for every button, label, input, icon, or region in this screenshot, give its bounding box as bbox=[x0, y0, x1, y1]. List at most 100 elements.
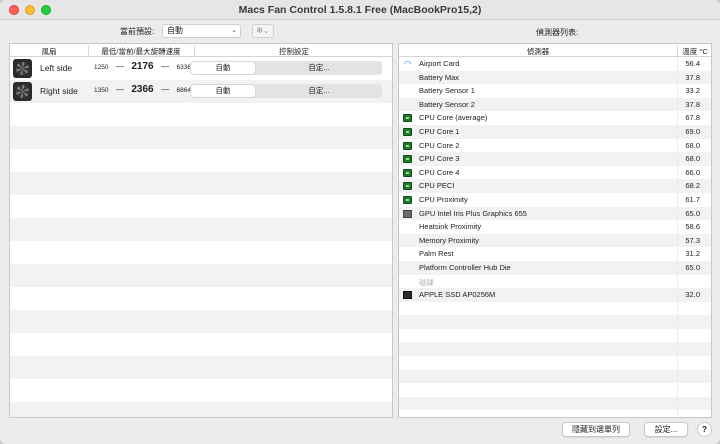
sensor-row[interactable]: Battery Max 37.8 bbox=[399, 71, 711, 85]
sensor-row[interactable]: Platform Controller Hub Die 65.0 bbox=[399, 261, 711, 275]
row-stripe bbox=[10, 172, 392, 195]
sensor-name: CPU Core 1 bbox=[419, 127, 460, 136]
fan-row-right[interactable]: Right side 1350 — 2366 — 6864 自動 自定... bbox=[10, 80, 392, 103]
sensor-temperature: 68.2 bbox=[685, 181, 700, 191]
fan-control-segmented: 自動 自定... bbox=[190, 61, 382, 75]
sensor-row[interactable]: Battery Sensor 1 33.2 bbox=[399, 84, 711, 98]
sensor-name: Airport Card bbox=[419, 59, 460, 68]
sensor-name: CPU Core 2 bbox=[419, 140, 460, 150]
fan-min-speed: 1350 bbox=[94, 87, 109, 94]
sensor-name: 磁碟 bbox=[419, 277, 434, 287]
fan-current-speed: 2366 bbox=[131, 84, 154, 95]
row-stripe bbox=[10, 264, 392, 287]
sensor-temperature: 65.0 bbox=[685, 208, 700, 218]
sensor-row[interactable]: CPU Core 3 68.0 bbox=[399, 152, 711, 166]
row-stripe bbox=[10, 287, 392, 310]
sensor-temperature: 33.2 bbox=[685, 86, 700, 96]
sensor-name: Platform Controller Hub Die bbox=[419, 263, 511, 272]
fan-icon bbox=[13, 82, 32, 101]
sensor-row[interactable]: CPU PECI 68.2 bbox=[399, 179, 711, 193]
fan-row-left[interactable]: Left side 1250 — 2176 — 6336 自動 自定... bbox=[10, 57, 392, 80]
sensor-row[interactable]: GPU Intel Iris Plus Graphics 655 65.0 bbox=[399, 207, 711, 221]
sensor-row[interactable]: ◠ Airport Card 56.4 bbox=[399, 57, 711, 71]
sensor-name: Palm Rest bbox=[419, 249, 454, 259]
gpu-icon bbox=[403, 209, 412, 218]
chip-icon bbox=[403, 128, 412, 136]
sensor-temperature: 61.7 bbox=[685, 195, 700, 204]
column-header-temperature[interactable]: 溫度 °C bbox=[677, 46, 711, 57]
sensor-row[interactable]: CPU Core (average) 67.8 bbox=[399, 111, 711, 125]
row-stripe bbox=[399, 369, 711, 384]
gear-menu-button[interactable]: ✻⌄ bbox=[252, 24, 274, 38]
row-stripe bbox=[399, 383, 711, 397]
row-stripe bbox=[399, 342, 711, 357]
row-stripe bbox=[10, 195, 392, 218]
sensor-temperature: 57.3 bbox=[685, 235, 700, 245]
settings-button[interactable]: 設定... bbox=[644, 422, 688, 437]
preset-label: 當前預設: bbox=[120, 27, 155, 36]
column-header-fan[interactable]: 風扇 bbox=[10, 46, 88, 57]
row-stripe bbox=[10, 126, 392, 149]
title-bar[interactable]: Macs Fan Control 1.5.8.1 Free (MacBookPr… bbox=[0, 0, 720, 20]
sensor-temperature: 56.4 bbox=[685, 59, 700, 68]
custom-button[interactable]: 自定... bbox=[256, 62, 382, 74]
sensor-temperature: 68.0 bbox=[685, 154, 700, 164]
fan-speed-readout: 1250 — 2176 — 6336 bbox=[94, 61, 191, 72]
row-stripe bbox=[10, 149, 392, 172]
sensor-row[interactable]: Palm Rest 31.2 bbox=[399, 247, 711, 261]
sensor-row[interactable]: Battery Sensor 2 37.8 bbox=[399, 98, 711, 112]
sensor-name: CPU Core 3 bbox=[419, 154, 460, 164]
sensor-row[interactable]: Memory Proximity 57.3 bbox=[399, 234, 711, 248]
sensor-temperature: 69.0 bbox=[685, 127, 700, 136]
auto-button[interactable]: 自動 bbox=[191, 85, 255, 97]
sensor-row[interactable]: CPU Core 1 69.0 bbox=[399, 125, 711, 139]
row-stripe bbox=[10, 103, 392, 126]
fan-control-segmented: 自動 自定... bbox=[190, 84, 382, 98]
help-button[interactable]: ? bbox=[697, 422, 712, 437]
preset-value: 自動 bbox=[167, 26, 183, 35]
sensor-temperature: 31.2 bbox=[685, 249, 700, 259]
chip-icon bbox=[403, 114, 412, 123]
ssd-icon bbox=[403, 291, 412, 300]
custom-button[interactable]: 自定... bbox=[256, 85, 382, 97]
row-stripe bbox=[10, 218, 392, 241]
fans-table-header: 風扇 最低/當前/最大旋轉速度 控制設定 bbox=[10, 44, 392, 57]
sensor-row[interactable]: Heatsink Proximity 58.6 bbox=[399, 220, 711, 234]
sensor-row[interactable]: APPLE SSD AP0256M 32.0 bbox=[399, 288, 711, 302]
row-stripe bbox=[399, 302, 711, 316]
preset-select[interactable]: 自動 ⌄ bbox=[162, 24, 241, 38]
sensor-temperature: 65.0 bbox=[685, 263, 700, 272]
fans-rows: Left side 1250 — 2176 — 6336 自動 自定... Ri… bbox=[10, 57, 392, 417]
sensor-temperature: 58.6 bbox=[685, 222, 700, 232]
app-window: Macs Fan Control 1.5.8.1 Free (MacBookPr… bbox=[0, 0, 720, 444]
sensor-temperature: 37.8 bbox=[685, 99, 700, 109]
window-title: Macs Fan Control 1.5.8.1 Free (MacBookPr… bbox=[238, 4, 482, 16]
sensor-row[interactable]: CPU Core 2 68.0 bbox=[399, 139, 711, 153]
sensor-name: CPU Core (average) bbox=[419, 113, 488, 123]
sensors-list-label: 偵測器列表: bbox=[536, 28, 579, 37]
sensors-table: 偵測器 溫度 °C ◠ Airport Card 56.4 Battery Max 37… bbox=[398, 43, 712, 418]
sensor-temperature: 32.0 bbox=[685, 290, 700, 300]
wifi-icon: ◠ bbox=[403, 59, 412, 69]
column-header-sensor[interactable]: 偵測器 bbox=[399, 46, 677, 57]
auto-button[interactable]: 自動 bbox=[191, 62, 255, 74]
sensor-temperature: 37.8 bbox=[685, 72, 700, 82]
column-header-control[interactable]: 控制設定 bbox=[194, 46, 392, 57]
sensors-rows: ◠ Airport Card 56.4 Battery Max 37.8 Battery … bbox=[399, 57, 711, 417]
row-stripe bbox=[399, 315, 711, 329]
hide-to-menu-bar-button[interactable]: 隱藏到選單列 bbox=[562, 422, 630, 437]
fans-table: 風扇 最低/當前/最大旋轉速度 控制設定 Left side 1250 — 21… bbox=[9, 43, 393, 418]
sensors-table-header: 偵測器 溫度 °C bbox=[399, 44, 711, 57]
column-header-speed[interactable]: 最低/當前/最大旋轉速度 bbox=[88, 46, 194, 57]
sensor-row[interactable]: CPU Proximity 61.7 bbox=[399, 193, 711, 207]
sensor-row[interactable]: CPU Core 4 66.0 bbox=[399, 166, 711, 180]
sensor-name: Battery Sensor 1 bbox=[419, 86, 475, 96]
fan-name: Right side bbox=[40, 86, 78, 96]
sensor-name: CPU Core 4 bbox=[419, 167, 460, 177]
row-stripe bbox=[10, 333, 392, 356]
row-stripe bbox=[10, 241, 392, 264]
row-stripe bbox=[10, 402, 392, 417]
sensor-row[interactable]: 磁碟 bbox=[399, 275, 711, 289]
sensor-name: Battery Max bbox=[419, 72, 460, 82]
chip-icon bbox=[403, 141, 412, 150]
